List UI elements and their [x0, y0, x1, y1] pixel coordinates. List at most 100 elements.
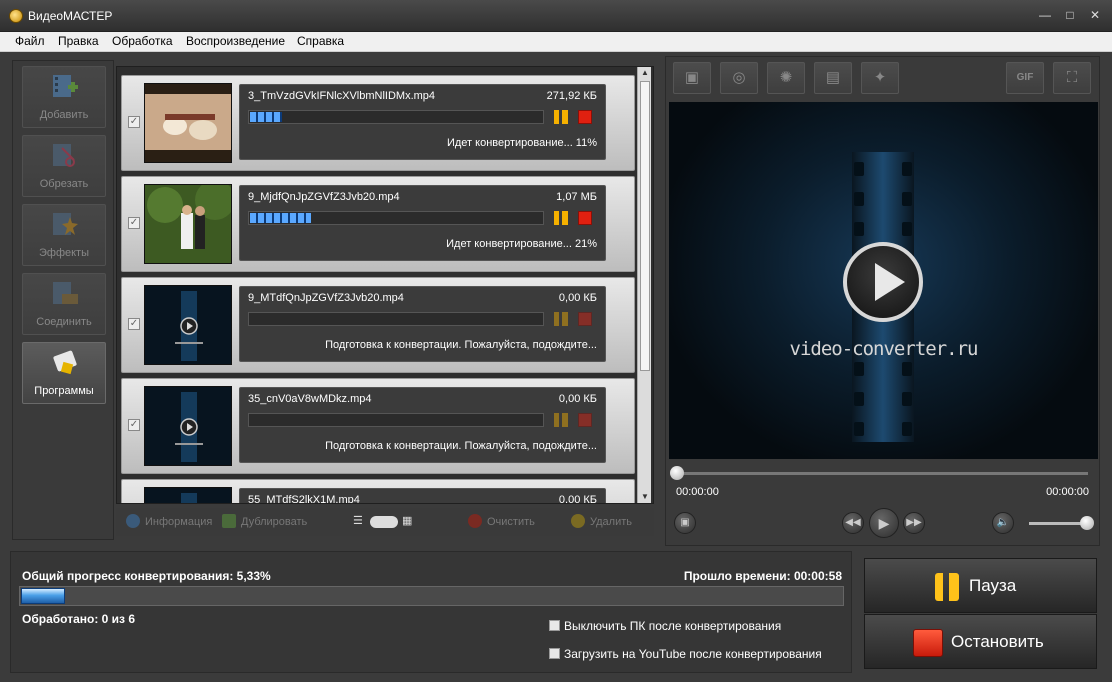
crop-icon[interactable]: ▣ — [673, 62, 711, 94]
brightness-icon[interactable]: ✺ — [767, 62, 805, 94]
stop-file-button[interactable] — [578, 110, 592, 124]
stop-file-button[interactable] — [578, 312, 592, 326]
fast-forward-icon[interactable]: ▶▶ — [903, 512, 925, 534]
file-progress-bar — [248, 110, 544, 124]
fullscreen-icon[interactable]: ⛶ — [1053, 62, 1091, 94]
big-play-icon[interactable] — [843, 242, 923, 322]
file-checkbox[interactable]: ✓ — [128, 116, 140, 128]
youtube-checkbox[interactable] — [549, 648, 560, 659]
file-progress-fill — [250, 213, 311, 223]
conversion-progress-panel: Общий прогресс конвертирования: 5,33% Пр… — [10, 551, 852, 673]
list-view-icon[interactable]: ☰ — [353, 514, 363, 527]
menu-help[interactable]: Справка — [297, 34, 344, 48]
info-icon — [126, 514, 140, 528]
stop-icon — [913, 629, 943, 657]
file-list-scrollbar[interactable]: ▲ ▼ — [637, 67, 651, 503]
file-row[interactable]: ✓ 9_MTdfQnJpZGVfZ3Jvb20.mp4 0,00 КБ Подг… — [121, 277, 635, 373]
menu-processing[interactable]: Обработка — [112, 34, 173, 48]
menu-file[interactable]: Файл — [15, 34, 45, 48]
youtube-label: Загрузить на YouTube после конвертирован… — [564, 647, 822, 661]
file-list: ✓ 3_TmVzdGVkIFNlcXVlbmNlIDMx.mp4 271,92 … — [116, 66, 654, 504]
clear-button[interactable]: Очистить — [468, 514, 535, 528]
file-size: 1,07 МБ — [556, 191, 597, 203]
duplicate-button[interactable]: Дублировать — [222, 514, 307, 528]
pause-file-button[interactable] — [554, 312, 568, 326]
file-row[interactable]: ✓ 9_MjdfQnJpZGVfZ3Jvb20.mp4 1,07 МБ Идет… — [121, 176, 635, 272]
join-button[interactable]: Соединить — [22, 273, 106, 335]
file-row[interactable]: ✓ 55_MTdfS2lkX1M.mp4 0,00 КБ — [121, 479, 635, 504]
close-button[interactable]: ✕ — [1085, 6, 1105, 24]
file-checkbox[interactable]: ✓ — [128, 217, 140, 229]
video-thumbnail[interactable] — [144, 487, 232, 503]
video-thumbnail[interactable] — [144, 386, 232, 466]
rewind-icon[interactable]: ◀◀ — [842, 512, 864, 534]
volume-slider[interactable] — [1029, 522, 1087, 525]
file-checkbox[interactable]: ✓ — [128, 318, 140, 330]
cut-button[interactable]: Обрезать — [22, 135, 106, 197]
video-thumbnail[interactable] — [144, 184, 232, 264]
minimize-button[interactable]: — — [1035, 6, 1055, 24]
run-icon[interactable]: ✦ — [861, 62, 899, 94]
total-progress-bar — [19, 586, 844, 606]
delete-button[interactable]: Удалить — [571, 514, 632, 528]
file-progress-fill — [250, 112, 282, 122]
effects-button[interactable]: Эффекты — [22, 204, 106, 266]
stop-file-button[interactable] — [578, 413, 592, 427]
preview-panel: ▣ ◎ ✺ ▤ ✦ GIF ⛶ video-converter.ru 00:00… — [665, 56, 1100, 546]
grid-view-icon[interactable]: ▦ — [402, 514, 412, 527]
scroll-down-icon[interactable]: ▼ — [638, 491, 652, 503]
file-info: 3_TmVzdGVkIFNlcXVlbmNlIDMx.mp4 271,92 КБ… — [239, 84, 606, 160]
programs-button[interactable]: Программы — [22, 342, 106, 404]
speed-icon[interactable]: ▤ — [814, 62, 852, 94]
file-row[interactable]: ✓ 3_TmVzdGVkIFNlcXVlbmNlIDMx.mp4 271,92 … — [121, 75, 635, 171]
file-status: Идет конвертирование... 11% — [446, 137, 597, 149]
file-checkbox[interactable]: ✓ — [128, 419, 140, 431]
info-button[interactable]: Информация — [126, 514, 212, 528]
elapsed-time: Прошло времени: 00:00:58 — [683, 569, 842, 583]
stop-label: Остановить — [951, 632, 1044, 651]
effects-icon — [53, 213, 78, 235]
time-current: 00:00:00 — [676, 486, 719, 498]
programs-label: Программы — [34, 385, 94, 397]
pause-file-button[interactable] — [554, 211, 568, 225]
scrollbar-thumb[interactable] — [640, 81, 650, 371]
pause-label: Пауза — [969, 576, 1017, 595]
menu-playback[interactable]: Воспроизведение — [186, 34, 285, 48]
seek-knob[interactable] — [670, 466, 684, 480]
file-info: 35_cnV0aV8wMDkz.mp4 0,00 КБ Подготовка к… — [239, 387, 606, 463]
video-thumbnail[interactable] — [144, 83, 232, 163]
file-name: 55_MTdfS2lkX1M.mp4 — [248, 494, 360, 504]
menu-edit[interactable]: Правка — [58, 34, 99, 48]
shutdown-checkbox[interactable] — [549, 620, 560, 631]
file-row[interactable]: ✓ 35_cnV0aV8wMDkz.mp4 0,00 КБ Подготовка… — [121, 378, 635, 474]
view-toggle[interactable] — [370, 516, 398, 528]
pause-file-button[interactable] — [554, 110, 568, 124]
gif-button[interactable]: GIF — [1006, 62, 1044, 94]
file-progress-bar — [248, 211, 544, 225]
volume-knob[interactable] — [1080, 516, 1094, 530]
scroll-up-icon[interactable]: ▲ — [638, 67, 652, 79]
pause-file-button[interactable] — [554, 413, 568, 427]
volume-icon[interactable]: 🔈 — [992, 512, 1014, 534]
app-logo-icon — [9, 9, 23, 23]
clear-label: Очистить — [487, 516, 535, 528]
rotate-icon[interactable]: ◎ — [720, 62, 758, 94]
seek-bar[interactable] — [676, 472, 1088, 475]
file-size: 0,00 КБ — [558, 292, 597, 304]
add-button[interactable]: Добавить — [22, 66, 106, 128]
maximize-button[interactable]: □ — [1060, 6, 1080, 24]
shutdown-option[interactable]: Выключить ПК после конвертирования — [549, 619, 781, 633]
file-info: 9_MTdfQnJpZGVfZ3Jvb20.mp4 0,00 КБ Подгот… — [239, 286, 606, 362]
video-thumbnail[interactable] — [144, 285, 232, 365]
info-label: Информация — [145, 516, 213, 528]
pause-icon — [935, 573, 959, 601]
snapshot-icon[interactable]: ▣ — [674, 512, 696, 534]
stop-all-button[interactable]: Остановить — [864, 614, 1097, 669]
pause-all-button[interactable]: Пауза — [864, 558, 1097, 613]
youtube-option[interactable]: Загрузить на YouTube после конвертирован… — [549, 647, 822, 661]
add-label: Добавить — [39, 109, 89, 121]
stop-file-button[interactable] — [578, 211, 592, 225]
play-icon[interactable]: ▶ — [869, 508, 899, 538]
video-preview[interactable]: video-converter.ru — [669, 102, 1098, 459]
file-status: Подготовка к конвертации. Пожалуйста, по… — [325, 339, 597, 351]
